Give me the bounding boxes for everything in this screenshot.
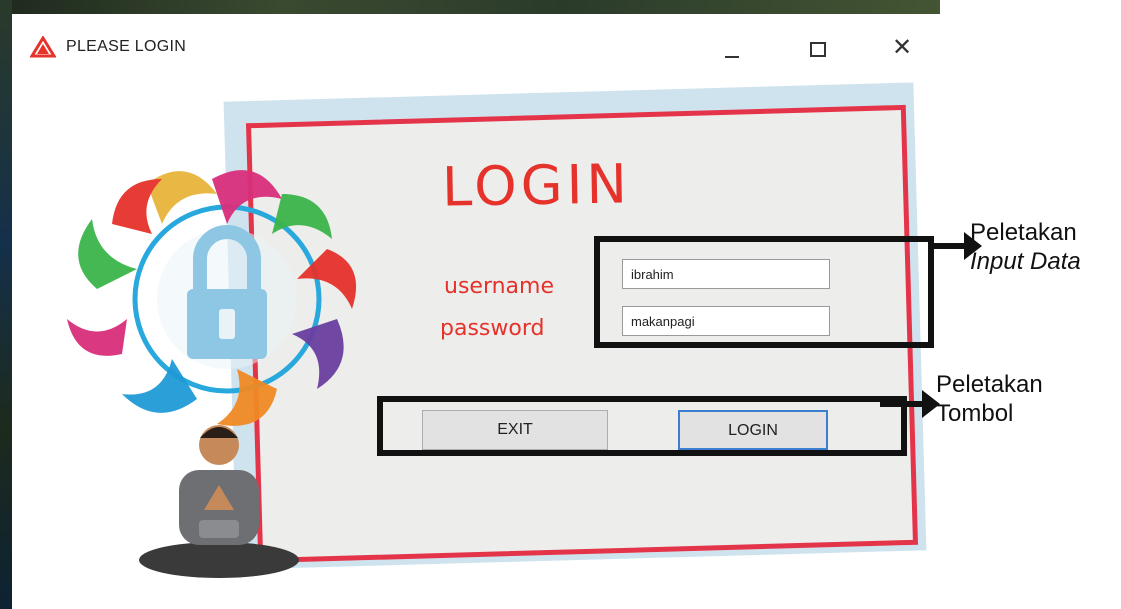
input-data-highlight-box xyxy=(594,236,934,348)
background-edge-left xyxy=(0,0,12,609)
input-annotation-line1: Peletakan xyxy=(970,219,1077,246)
button-highlight-box xyxy=(377,396,907,456)
input-data-arrow xyxy=(934,232,982,260)
warning-triangle-icon xyxy=(30,36,56,58)
login-heading: LOGIN xyxy=(441,152,632,219)
padlock-emblem-icon xyxy=(67,170,357,426)
maximize-button[interactable] xyxy=(792,28,842,68)
button-annotation: Peletakan Tombol xyxy=(936,370,1043,428)
input-annotation-line2: Input Data xyxy=(970,248,1081,275)
button-annotation-line2: Tombol xyxy=(936,400,1014,427)
minimize-button[interactable] xyxy=(707,28,757,68)
close-button[interactable]: ✕ xyxy=(877,28,927,68)
input-data-annotation: Peletakan Input Data xyxy=(970,218,1081,276)
close-icon: ✕ xyxy=(891,34,913,61)
person-illustration xyxy=(139,425,299,578)
background-edge-top xyxy=(0,0,940,14)
username-label: username xyxy=(444,274,554,299)
window-title: PLEASE LOGIN xyxy=(66,38,187,55)
title-bar[interactable]: PLEASE LOGIN ✕ xyxy=(12,14,937,74)
password-label: password xyxy=(440,316,545,341)
button-arrow xyxy=(880,390,940,418)
button-annotation-line1: Peletakan xyxy=(936,371,1043,398)
